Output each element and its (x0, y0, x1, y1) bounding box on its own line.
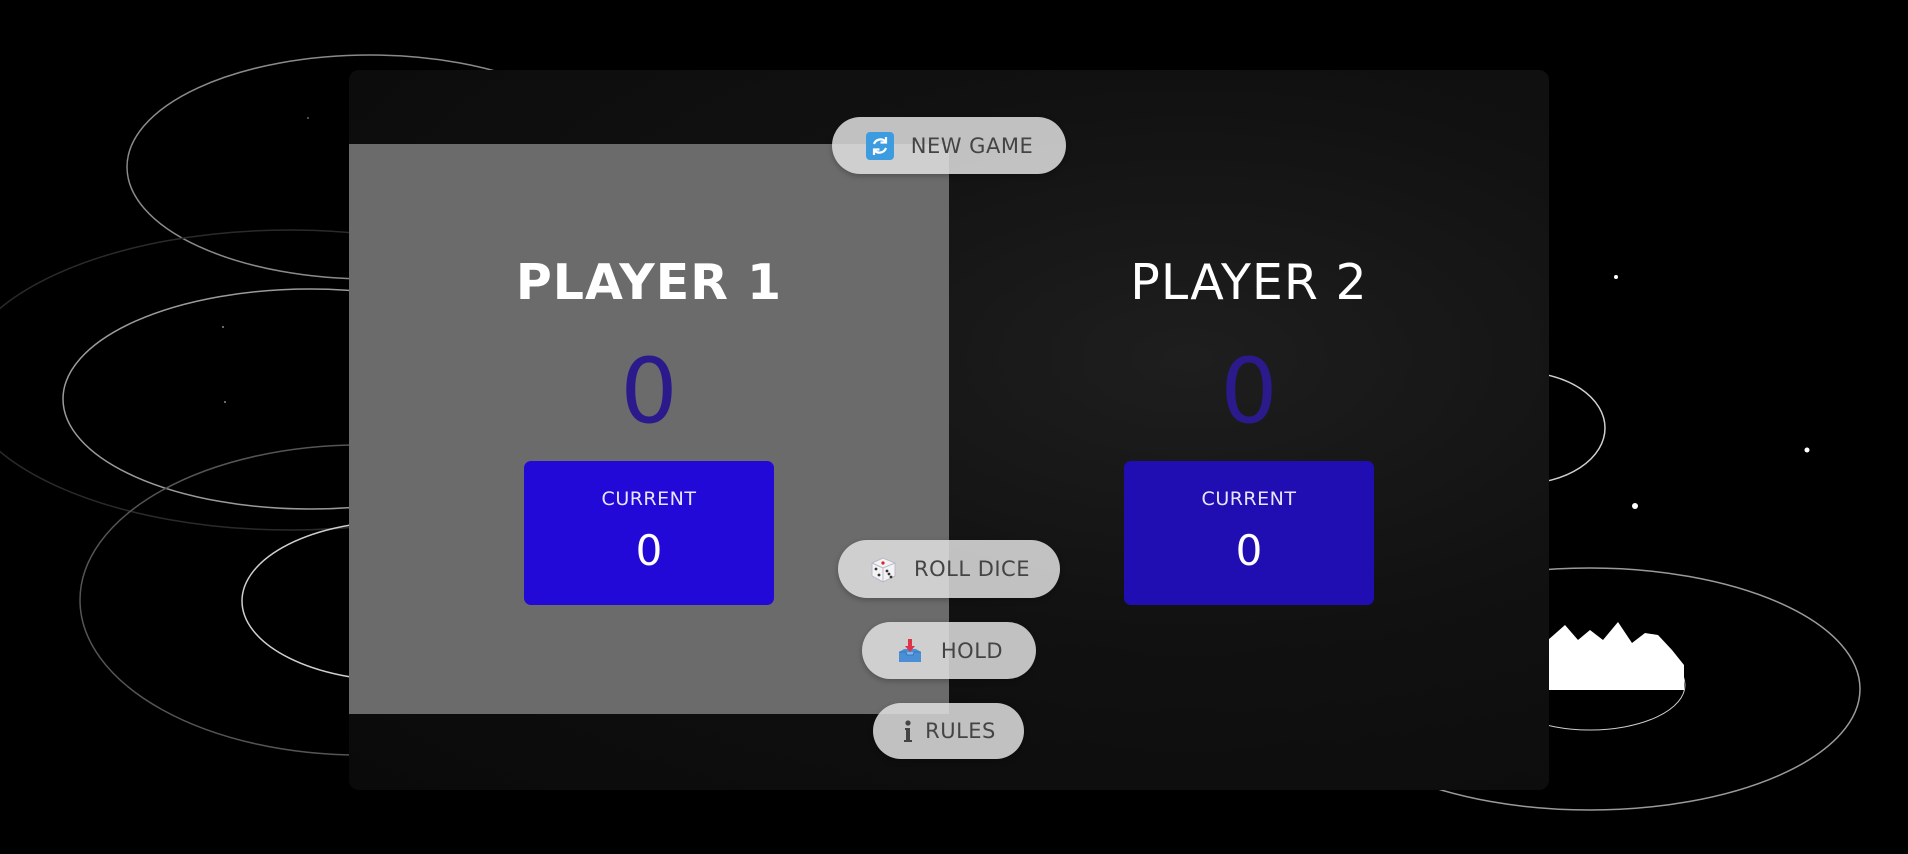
roll-dice-label: ROLL DICE (914, 557, 1030, 581)
dice-icon (868, 554, 898, 584)
hold-button[interactable]: HOLD (862, 622, 1036, 679)
star-5 (222, 326, 224, 328)
player-1-name: PLAYER 1 (515, 254, 783, 311)
white-shape (1548, 622, 1684, 690)
player-1-current-box: CURRENT 0 (524, 461, 774, 605)
app-stage: PLAYER 1 0 CURRENT 0 PLAYER 2 0 CURRENT … (0, 0, 1908, 854)
player-2-current-box: CURRENT 0 (1124, 461, 1374, 605)
refresh-icon (865, 131, 895, 161)
player-2-score: 0 (1220, 339, 1278, 444)
star-4 (307, 117, 309, 119)
player-2-panel: PLAYER 2 0 CURRENT 0 (949, 144, 1549, 714)
roll-dice-button[interactable]: ROLL DICE (838, 540, 1060, 598)
game-board: PLAYER 1 0 CURRENT 0 PLAYER 2 0 CURRENT … (349, 70, 1549, 790)
star-1 (1614, 275, 1618, 279)
new-game-label: NEW GAME (910, 133, 1034, 158)
player-2-current-score: 0 (1235, 526, 1263, 575)
player-1-current-score: 0 (635, 526, 663, 575)
inbox-tray-icon (895, 636, 925, 666)
rules-label: RULES (925, 719, 996, 743)
hold-label: HOLD (940, 638, 1004, 663)
rules-button[interactable]: RULES (873, 703, 1024, 759)
player-2-current-label: CURRENT (1201, 488, 1297, 510)
player-1-current-label: CURRENT (601, 488, 697, 510)
star-3 (1632, 503, 1638, 509)
star-6 (224, 401, 226, 403)
new-game-button[interactable]: NEW GAME (832, 117, 1066, 174)
player-1-score: 0 (620, 339, 678, 444)
star-2 (1804, 447, 1810, 453)
player-1-panel: PLAYER 1 0 CURRENT 0 (349, 144, 949, 714)
player-2-name: PLAYER 2 (1130, 254, 1368, 311)
info-icon (901, 716, 915, 746)
